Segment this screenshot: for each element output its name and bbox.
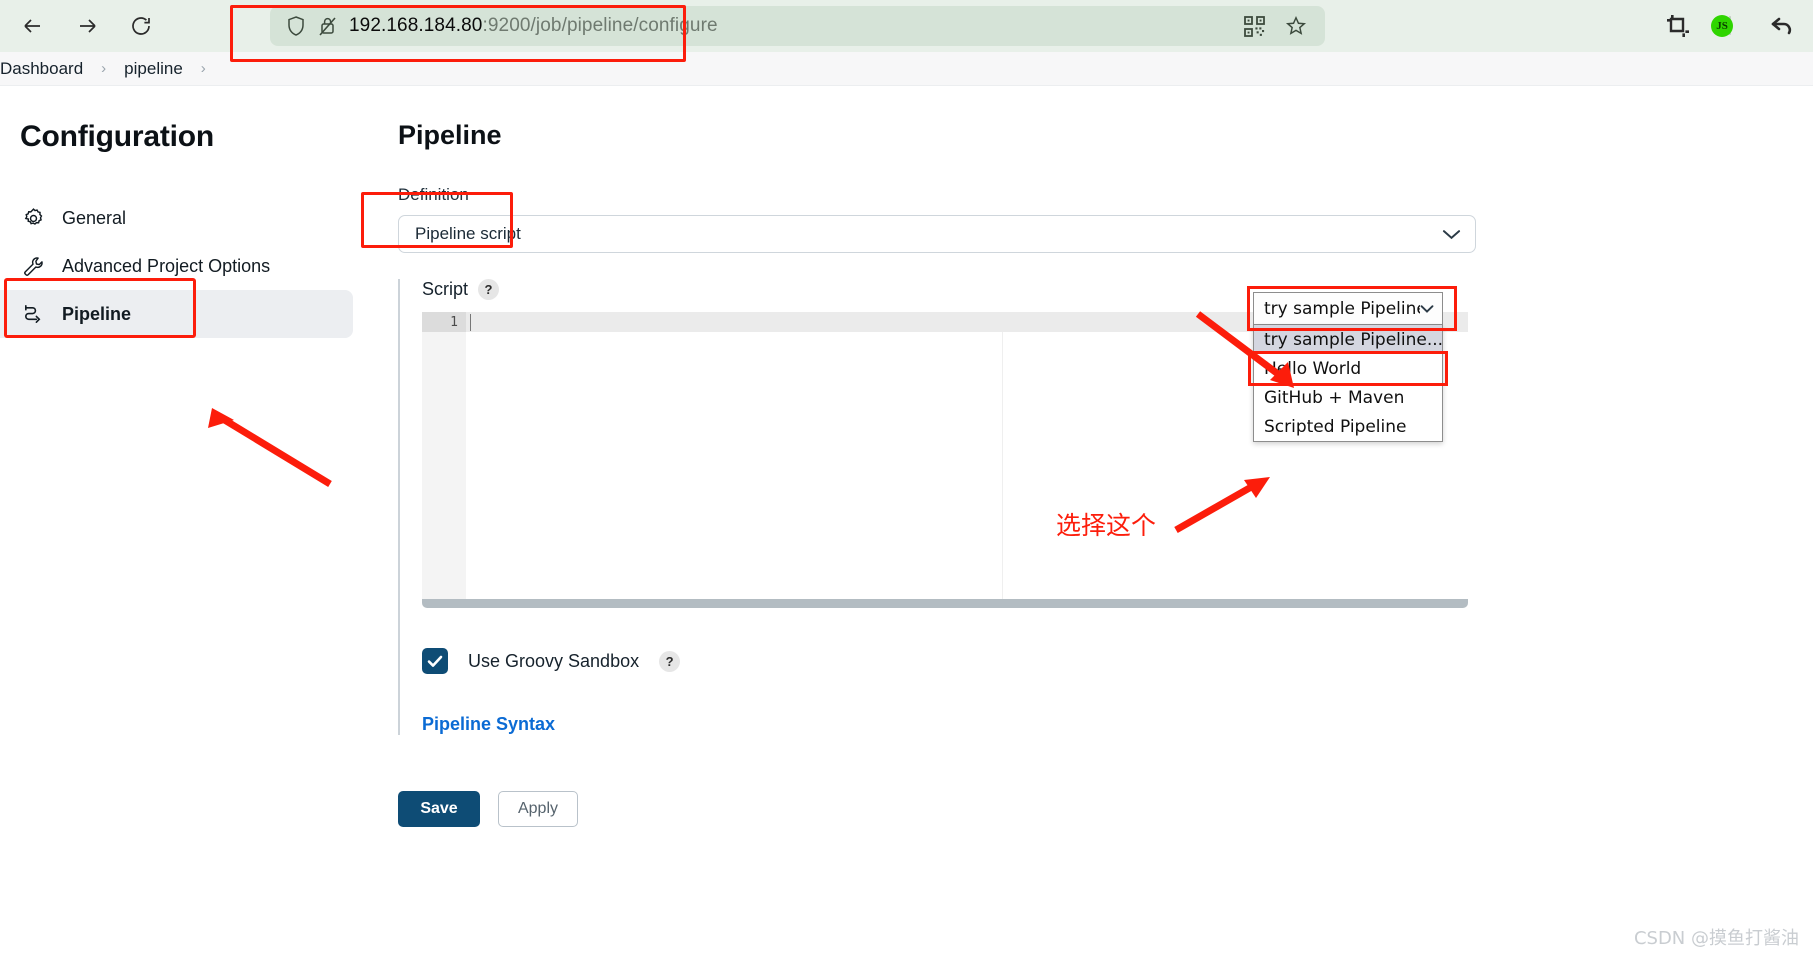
script-help-icon[interactable]: ? (478, 279, 500, 300)
breadcrumb-separator: › (101, 60, 107, 77)
breadcrumb-separator: › (200, 60, 206, 77)
editor-gutter (422, 312, 466, 600)
url-path: :9200/job/pipeline/configure (482, 15, 718, 36)
annotation-note-select-this: 选择这个 (1056, 511, 1157, 540)
page-body: Configuration General Advanced Project O… (0, 86, 1813, 960)
lock-crossed-icon[interactable] (318, 15, 337, 37)
address-bar-text: 192.168.184.80:9200/job/pipeline/configu… (349, 15, 1232, 37)
save-button[interactable]: Save (398, 791, 480, 827)
sidebar-item-advanced-project-options[interactable]: Advanced Project Options (0, 242, 360, 290)
gear-icon (20, 205, 46, 231)
shield-icon[interactable] (286, 15, 306, 37)
sample-pipeline-option-scripted-pipeline[interactable]: Scripted Pipeline (1254, 412, 1442, 441)
sidebar-item-list: General Advanced Project Options Pipelin… (0, 194, 360, 338)
wrench-icon (20, 253, 46, 279)
editor-text-caret (470, 314, 471, 331)
js-toggle-track (1729, 16, 1731, 35)
sandbox-help-icon[interactable]: ? (659, 650, 681, 672)
definition-select-value: Pipeline script (415, 224, 521, 243)
chevron-down-icon (1442, 228, 1461, 241)
browser-nav-buttons (20, 13, 154, 39)
breadcrumb: Dashboard › pipeline › (0, 52, 1813, 86)
crop-icon[interactable] (1665, 13, 1691, 39)
form-action-buttons: Save Apply (398, 791, 1813, 827)
address-bar[interactable]: 192.168.184.80:9200/job/pipeline/configu… (270, 6, 1325, 46)
use-groovy-sandbox-checkbox[interactable] (422, 648, 448, 674)
sidebar-item-pipeline[interactable]: Pipeline (0, 290, 353, 338)
address-bar-actions (1244, 15, 1307, 37)
pipeline-syntax-link[interactable]: Pipeline Syntax (422, 714, 555, 735)
section-title-pipeline: Pipeline (398, 120, 502, 150)
browser-extension-icons (1665, 0, 1795, 52)
editor-print-margin (1002, 332, 1003, 600)
annotation-arrow-to-hello-world (1174, 477, 1270, 534)
breadcrumb-item-pipeline[interactable]: pipeline (120, 59, 187, 79)
script-label: Script (422, 279, 469, 299)
annotation-arrow-to-pipeline-sidebar (208, 408, 332, 487)
sidebar-item-label: Pipeline (62, 303, 132, 324)
qr-code-icon[interactable] (1244, 15, 1265, 37)
use-groovy-sandbox-label: Use Groovy Sandbox (468, 650, 640, 671)
apply-button[interactable]: Apply (498, 791, 578, 827)
undo-arrow-icon[interactable] (1769, 13, 1795, 39)
editor-horizontal-scrollbar[interactable] (422, 599, 1468, 608)
definition-select[interactable]: Pipeline script (398, 215, 1476, 253)
back-arrow-icon[interactable] (20, 13, 46, 39)
groovy-sandbox-row: Use Groovy Sandbox ? (422, 648, 1476, 674)
javascript-toggle[interactable] (1729, 16, 1731, 35)
annotation-arrow-to-sample-select (1195, 311, 1294, 388)
star-bookmark-icon[interactable] (1285, 15, 1307, 37)
pipeline-icon (20, 301, 46, 327)
watermark: CSDN @摸鱼打酱油 (1633, 928, 1799, 949)
address-bar-wrapper: 192.168.184.80:9200/job/pipeline/configu… (270, 6, 1325, 46)
breadcrumb-item-dashboard[interactable]: Dashboard (0, 59, 87, 79)
sidebar-item-label: General (62, 207, 127, 228)
url-host: 192.168.184.80 (349, 15, 483, 36)
sidebar-item-label: Advanced Project Options (62, 255, 271, 276)
browser-toolbar: 192.168.184.80:9200/job/pipeline/configu… (0, 0, 1813, 62)
configuration-sidebar: Configuration General Advanced Project O… (0, 86, 360, 960)
forward-arrow-icon[interactable] (74, 13, 100, 39)
definition-label: Definition (398, 185, 469, 204)
chevron-down-icon (1420, 304, 1434, 314)
sidebar-item-general[interactable]: General (0, 194, 360, 242)
reload-icon[interactable] (128, 13, 154, 39)
editor-line-number: 1 (422, 312, 466, 332)
page-title: Configuration (20, 120, 215, 153)
